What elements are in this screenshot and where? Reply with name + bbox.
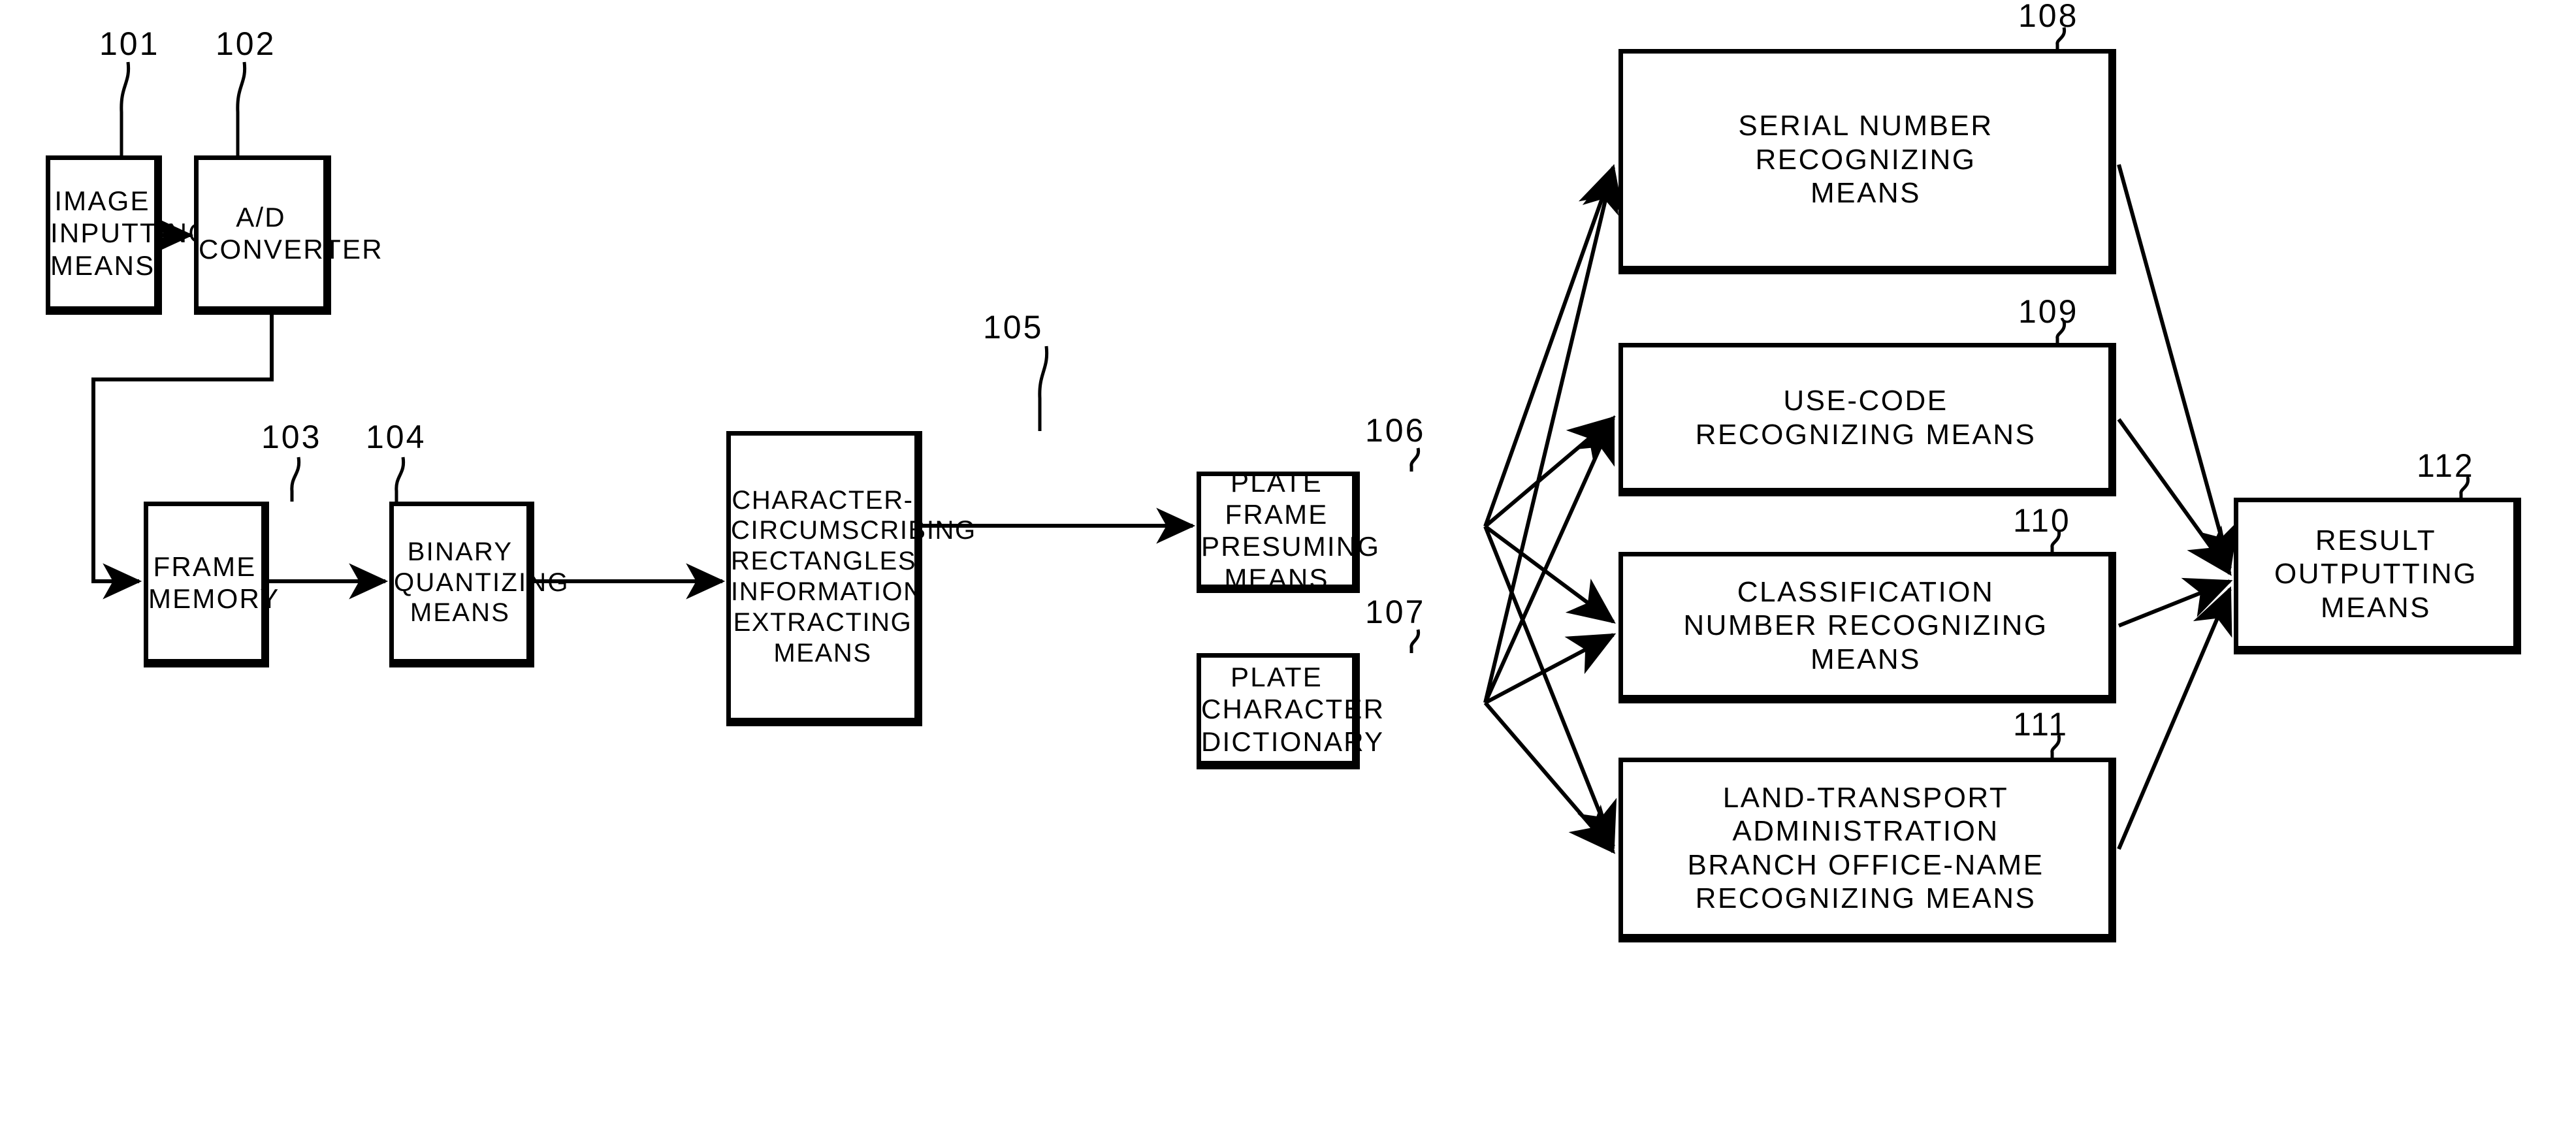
leader-101 (120, 61, 131, 155)
block-ad-converter[interactable]: A/D CONVERTER (194, 155, 383, 315)
leader-107 (1409, 629, 1421, 653)
block-label: PLATE CHARACTER DICTIONARY (1201, 662, 1385, 757)
block-land-transport-administration-branch-office-name-recognizing-means[interactable]: LAND-TRANSPORT ADMINISTRATION BRANCH OFF… (1618, 758, 2116, 942)
leader-105 (1038, 345, 1049, 431)
ref-numeral-111: 111 (2013, 706, 2069, 743)
ref-numeral-102: 102 (216, 25, 276, 62)
block-label: BINARY QUANTIZING MEANS (394, 537, 570, 628)
ref-numeral-106: 106 (1365, 412, 1426, 449)
leader-102 (236, 61, 247, 155)
block-serial-number-recognizing-means[interactable]: SERIAL NUMBER RECOGNIZING MEANS (1618, 49, 2116, 274)
ref-numeral-101: 101 (99, 25, 160, 62)
block-classification-number-recognizing-means[interactable]: CLASSIFICATION NUMBER RECOGNIZING MEANS (1618, 552, 2116, 703)
block-label: CLASSIFICATION NUMBER RECOGNIZING MEANS (1683, 575, 2048, 675)
block-label: PLATE FRAME PRESUMING MEANS (1201, 466, 1381, 594)
block-use-code-recognizing-means[interactable]: USE-CODE RECOGNIZING MEANS (1618, 343, 2116, 496)
block-label: IMAGE INPUTTING MEANS (50, 185, 212, 281)
block-label: RESULT OUTPUTTING MEANS (2274, 524, 2477, 624)
block-plate-frame-presuming-means[interactable]: PLATE FRAME PRESUMING MEANS (1197, 467, 1379, 594)
block-label: A/D CONVERTER (199, 201, 383, 265)
ref-numeral-107: 107 (1365, 594, 1426, 630)
block-label: FRAME MEMORY (148, 551, 280, 614)
block-label: SERIAL NUMBER RECOGNIZING MEANS (1738, 110, 1993, 210)
diagram-canvas: IMAGE INPUTTING MEANS A/D CONVERTER FRAM… (0, 0, 2576, 1124)
block-label: LAND-TRANSPORT ADMINISTRATION BRANCH OFF… (1687, 781, 2044, 914)
block-plate-character-dictionary[interactable]: PLATE CHARACTER DICTIONARY (1197, 653, 1385, 769)
wire-111-to-112 (2117, 586, 2232, 850)
leader-106 (1409, 447, 1421, 472)
wire-108-to-112 (2117, 164, 2239, 571)
block-frame-memory[interactable]: FRAME MEMORY (144, 502, 280, 667)
ref-numeral-109: 109 (2018, 293, 2079, 330)
block-character-circumscribing-rectangles-information-extracting-means[interactable]: CHARACTER- CIRCUMSCRIBING RECTANGLES INF… (726, 431, 976, 726)
ref-numeral-108: 108 (2018, 0, 2079, 34)
block-result-outputting-means[interactable]: RESULT OUTPUTTING MEANS (2234, 498, 2521, 654)
leader-104 (394, 457, 406, 502)
ref-numeral-105: 105 (983, 309, 1044, 345)
block-image-inputting-means[interactable]: IMAGE INPUTTING MEANS (46, 155, 212, 315)
block-label: CHARACTER- CIRCUMSCRIBING RECTANGLES INF… (731, 485, 976, 667)
wire-109-to-112 (2117, 418, 2232, 576)
block-label: USE-CODE RECOGNIZING MEANS (1695, 385, 2037, 451)
wire-110-to-112 (2117, 577, 2233, 628)
wire-107-to-110 (1484, 633, 1617, 705)
ref-numeral-103: 103 (261, 419, 322, 455)
wire-107-to-109 (1483, 415, 1615, 704)
wire-107-to-111 (1483, 701, 1616, 854)
ref-numeral-112: 112 (2417, 447, 2475, 484)
leader-103 (290, 457, 301, 502)
block-binary-quantizing-means[interactable]: BINARY QUANTIZING MEANS (389, 502, 570, 667)
ref-numeral-110: 110 (2013, 502, 2071, 539)
ref-numeral-104: 104 (366, 419, 427, 455)
